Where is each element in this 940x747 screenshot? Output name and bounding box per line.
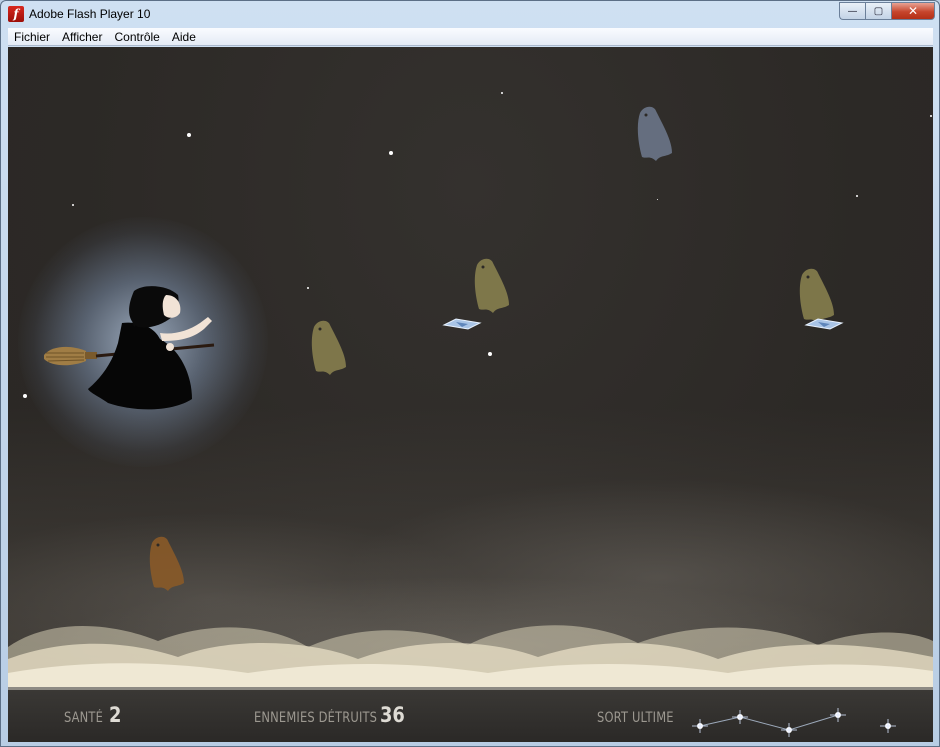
flash-player-window: f Adobe Flash Player 10 — ▢ ✕ Fichier Af… [0, 0, 940, 747]
title-bar[interactable]: f Adobe Flash Player 10 — ▢ ✕ [1, 1, 939, 27]
star [307, 287, 309, 289]
menu-bar: Fichier Afficher Contrôle Aide [8, 28, 933, 46]
maximize-button[interactable]: ▢ [865, 2, 891, 20]
hud-bar: SANTÉ 2 ENNEMIES DÉTRUITS 36 SORT ULTIME [8, 687, 933, 742]
ghost-enemy [311, 320, 346, 375]
enemies-destroyed-value: 36 [380, 703, 405, 727]
star [930, 115, 932, 117]
menu-afficher[interactable]: Afficher [56, 28, 108, 46]
star [657, 199, 658, 200]
window-controls: — ▢ ✕ [839, 2, 935, 20]
star [389, 151, 393, 155]
health-label: SANTÉ [64, 710, 104, 726]
ghost-enemy [637, 106, 672, 161]
minimize-button[interactable]: — [839, 2, 865, 20]
menu-controle[interactable]: Contrôle [108, 28, 165, 46]
star [23, 394, 27, 398]
witch-on-broom-player [44, 286, 215, 410]
flash-player-icon: f [8, 6, 24, 22]
window-title: Adobe Flash Player 10 [29, 7, 151, 21]
star [501, 92, 503, 94]
star [856, 195, 858, 197]
health-value: 2 [109, 703, 122, 727]
ghost-enemy [474, 258, 509, 313]
cloud-layer [8, 625, 933, 689]
enemies-destroyed-label: ENNEMIES DÉTRUITS [254, 710, 378, 726]
star [488, 352, 492, 356]
menu-fichier[interactable]: Fichier [8, 28, 56, 46]
ghost-enemy [149, 536, 184, 591]
spell-card-pickup [804, 318, 844, 330]
star [187, 133, 191, 137]
close-button[interactable]: ✕ [891, 2, 935, 20]
game-stage[interactable]: SANTÉ 2 ENNEMIES DÉTRUITS 36 SORT ULTIME [8, 47, 933, 742]
ultimate-spell-constellation-meter [692, 708, 896, 737]
menu-aide[interactable]: Aide [166, 28, 202, 46]
ultimate-spell-label: SORT ULTIME [597, 710, 674, 726]
star [72, 204, 74, 206]
spell-card-pickup [442, 318, 482, 330]
